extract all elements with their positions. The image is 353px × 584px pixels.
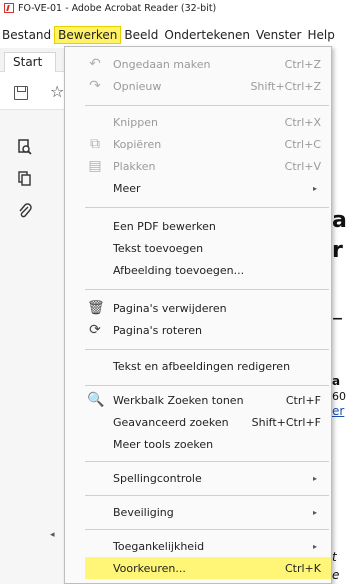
document-area: a r – a 60 er t e ab [332,44,353,584]
tab-bar: Start [0,48,66,72]
menu-separator [85,495,329,496]
redo-icon: ↷ [89,78,101,94]
menu-item-show-search[interactable]: 🔍 Werkbalk Zoeken tonen Ctrl+F [65,389,331,411]
menubar: Bestand Bewerken Beeld Ondertekenen Vens… [0,26,353,44]
toolbar: ☆ [0,78,66,110]
menu-separator [85,349,329,350]
menu-item-add-text[interactable]: Tekst toevoegen [65,237,331,259]
menu-separator [85,289,329,290]
menu-item-cut[interactable]: Knippen Ctrl+X [65,111,331,133]
window-title: FO-VE-01 - Adobe Acrobat Reader (32-bit) [18,2,217,14]
menu-item-copy[interactable]: ⧉ Kopiëren Ctrl+C [65,133,331,155]
menu-item-rotate-pages[interactable]: ⟳ Pagina's roteren [65,319,331,341]
menu-item-spelling[interactable]: Spellingcontrole ▸ [65,467,331,489]
doc-glyph: e [332,568,340,582]
star-icon[interactable]: ☆ [50,82,64,101]
doc-glyph: r [332,238,343,263]
menu-item-edit-pdf[interactable]: Een PDF bewerken [65,215,331,237]
menu-item-delete-pages[interactable]: 🗑 Pagina's verwijderen [65,297,331,319]
doc-glyph: a [332,208,347,233]
paste-icon: ▤ [88,158,102,174]
menu-item-add-image[interactable]: Afbeelding toevoegen... [65,259,331,281]
save-icon[interactable] [14,86,28,100]
search-icon: 🔍 [87,392,105,408]
window-titlebar: FO-VE-01 - Adobe Acrobat Reader (32-bit) [0,0,353,16]
menu-item-undo[interactable]: ↶ Ongedaan maken Ctrl+Z [65,53,331,75]
menu-beeld[interactable]: Beeld [121,26,161,44]
menu-separator [85,105,329,106]
tab-start[interactable]: Start [4,52,56,72]
menu-item-preferences[interactable]: Voorkeuren... Ctrl+K [85,557,331,579]
rotate-icon: ⟳ [89,322,101,338]
menu-item-more-tools[interactable]: Meer tools zoeken [65,433,331,455]
copy-icon: ⧉ [90,136,100,152]
menu-separator [85,461,329,462]
menu-item-edit-text-images[interactable]: Tekst en afbeeldingen redigeren [65,355,331,377]
doc-glyph: – [332,306,343,331]
submenu-arrow-icon: ▸ [312,183,317,193]
copy-pages-icon[interactable] [16,170,34,188]
menu-separator [85,207,329,208]
menu-venster[interactable]: Venster [253,26,305,44]
menu-item-advanced-search[interactable]: Geavanceerd zoeken Shift+Ctrl+F [65,411,331,433]
menu-item-more[interactable]: Meer ▸ [65,177,331,199]
doc-glyph: a [332,374,341,388]
left-rail: ◂ [0,110,66,584]
paperclip-icon[interactable] [16,202,34,220]
menu-item-paste[interactable]: ▤ Plakken Ctrl+V [65,155,331,177]
submenu-arrow-icon: ▸ [312,541,317,551]
menu-separator [85,529,329,530]
menu-bewerken[interactable]: Bewerken [54,26,122,44]
undo-icon: ↶ [89,56,101,72]
acrobat-logo-icon [4,3,14,13]
menu-item-accessibility[interactable]: Toegankelijkheid ▸ [65,535,331,557]
doc-glyph: 60 [332,390,346,403]
collapse-rail-icon[interactable]: ◂ [50,530,55,540]
menu-separator [85,385,329,386]
menu-ondertekenen[interactable]: Ondertekenen [161,26,253,44]
trash-icon: 🗑 [87,300,105,316]
menu-bestand[interactable]: Bestand [0,26,54,44]
bewerken-dropdown-menu: ↶ Ongedaan maken Ctrl+Z ↷ Opnieuw Shift+… [64,46,332,584]
menu-item-redo[interactable]: ↷ Opnieuw Shift+Ctrl+Z [65,75,331,97]
search-document-icon[interactable] [16,138,34,156]
submenu-arrow-icon: ▸ [312,473,317,483]
menu-help[interactable]: Help [305,26,338,44]
menu-item-security[interactable]: Beveiliging ▸ [65,501,331,523]
doc-link[interactable]: er [332,404,344,418]
submenu-arrow-icon: ▸ [312,507,317,517]
doc-glyph: t [332,550,337,564]
